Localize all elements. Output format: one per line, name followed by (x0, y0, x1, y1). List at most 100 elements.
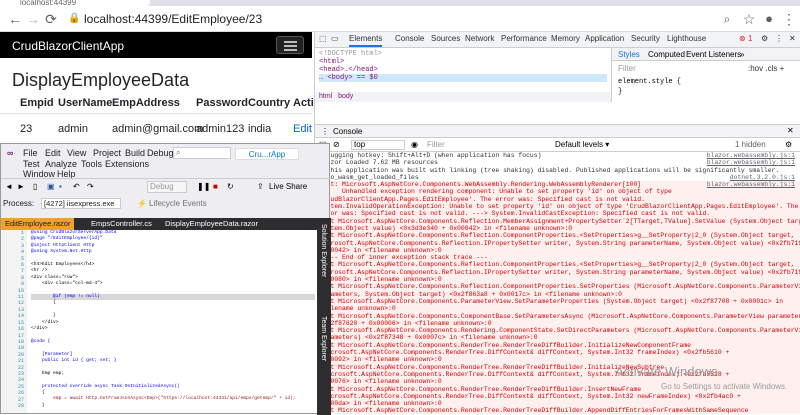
error-count[interactable]: 1 (748, 34, 752, 43)
doc-tab-active[interactable]: EditEmployee.razor (1, 218, 75, 230)
edit-link[interactable]: Edit (293, 123, 312, 135)
menu-build[interactable]: Build (125, 148, 145, 158)
restart-icon[interactable]: ↻ (227, 182, 234, 191)
console-line: at Microsoft.AspNetCore.Components.Rende… (315, 327, 800, 335)
doc-tab[interactable]: DisplayEmployeeData.razor (161, 218, 262, 230)
tab-more[interactable]: » (740, 50, 744, 59)
menu-extensions[interactable]: Extensions (105, 159, 149, 169)
undo-icon[interactable]: ↶ (73, 182, 80, 191)
console-source-link[interactable]: dotnet.3.2.0.js:1 (730, 174, 800, 181)
context-select[interactable]: top (351, 140, 405, 150)
breadcrumb-html[interactable]: html (319, 93, 332, 100)
code-editor[interactable]: 1 2 3 4 5 6 7 8 9 10 11 12 13 14 15 16 17 18 19 20 21 22 23 24 2… (1, 230, 317, 413)
kebab-menu-icon[interactable]: ⋮ (780, 10, 798, 28)
bookmark-star-icon[interactable]: ☆ (740, 10, 758, 28)
console-source-link[interactable]: blazor.webassembly.js:1 (707, 152, 800, 159)
app-brand[interactable]: CrudBlazorClientApp (12, 39, 124, 53)
url-text[interactable]: localhost:44399/EditEmployee/23 (84, 9, 262, 29)
live-expression-eye-icon[interactable]: ◉ (411, 140, 418, 149)
forward-nav-icon[interactable]: ► (17, 182, 25, 191)
menu-file[interactable]: File (23, 148, 38, 158)
forward-arrow-icon[interactable]: → (24, 10, 42, 28)
back-nav-icon[interactable]: ◄ (5, 182, 13, 191)
configuration-dropdown[interactable]: Debug (147, 181, 187, 193)
drawer-close-icon[interactable]: ✕ (787, 126, 794, 135)
vs-search-input[interactable]: ⌕ (173, 147, 231, 159)
save-icon[interactable]: ▪ (59, 182, 62, 191)
menu-analyze[interactable]: Analyze (45, 159, 77, 169)
tab-styles[interactable]: Styles (618, 50, 640, 59)
tab-console[interactable]: Console (395, 34, 424, 43)
console-message: mono_wasm_get_loaded_files (319, 173, 419, 181)
menu-tools[interactable]: Tools (81, 159, 102, 169)
console-source-link[interactable]: blazor.webassembly.js:1 (707, 181, 800, 188)
tab-elements[interactable]: Elements (349, 34, 383, 47)
tab-event-listeners[interactable]: Event Listeners (686, 50, 741, 59)
dom-line[interactable]: <head>…</head> (319, 66, 607, 74)
lifecycle-icon[interactable]: ⚡ (137, 199, 147, 208)
code-line[interactable]: } (31, 403, 315, 409)
console-line: System.InvalidOperationException: Unable… (315, 203, 800, 211)
stop-icon[interactable]: ■ (213, 182, 218, 191)
doc-tab[interactable]: EmpsController.cs (87, 218, 156, 230)
tab-computed[interactable]: Computed (648, 50, 685, 59)
menu-debug[interactable]: Debug (147, 148, 174, 158)
devtools-close-icon[interactable]: ✕ (789, 34, 796, 43)
tab-application[interactable]: Application (585, 34, 624, 43)
console-settings-gear-icon[interactable]: ⚙ (785, 140, 792, 149)
cell-password: admin123 (196, 123, 245, 135)
redo-icon[interactable]: ↷ (87, 182, 94, 191)
tab-security[interactable]: Security (631, 34, 660, 43)
hamburger-menu-icon[interactable] (276, 36, 304, 54)
open-folder-icon[interactable]: ▣ (47, 182, 55, 191)
tab-network[interactable]: Network (465, 34, 494, 43)
drawer-menu-icon[interactable]: ⋮ (321, 127, 329, 136)
tab-lighthouse[interactable]: Lighthouse (667, 34, 706, 43)
styles-hov-cls-toggle[interactable]: :hov .cls + (748, 64, 784, 73)
menu-project[interactable]: Project (93, 148, 121, 158)
console-line: at Microsoft.AspNetCore.Components.Rende… (315, 363, 800, 371)
reload-icon[interactable]: ⟳ (42, 10, 60, 28)
team-explorer-tab[interactable]: Team Explorer (320, 316, 327, 361)
dom-line-selected[interactable]: … <body> == $0 (319, 74, 607, 82)
devtools-more-icon[interactable]: ⋮ (775, 34, 783, 43)
new-file-icon[interactable]: ▯ (33, 182, 37, 191)
tab-sources[interactable]: Sources (431, 34, 460, 43)
dom-line[interactable]: <html> (319, 58, 607, 66)
console-line: dotnet.3.2.0.js:1 mono_wasm_get_loaded_fi… (315, 174, 800, 181)
error-badge-icon[interactable]: ⊗ (739, 34, 746, 43)
code-text[interactable]: @using CrudBlazorServerApp.Data @page "/E… (31, 230, 315, 413)
console-message: at Microsoft.AspNetCore.Components.Refle… (319, 261, 795, 269)
element-style-rule[interactable]: element.style { (618, 78, 681, 86)
pause-icon[interactable]: ❚❚ (197, 182, 210, 191)
tab-performance[interactable]: Performance (501, 34, 547, 43)
log-levels-dropdown[interactable]: Default levels ▾ (555, 140, 609, 149)
console-filter-input[interactable]: Filter (427, 140, 445, 149)
menu-view[interactable]: View (67, 148, 86, 158)
device-toolbar-icon[interactable]: ▭ (331, 34, 339, 43)
console-line: (Microsoft.AspNetCore.Components.RenderT… (315, 349, 800, 357)
console-drawer-tab[interactable]: Console (333, 127, 362, 136)
live-share-icon[interactable]: ⇪ (257, 182, 264, 191)
breadcrumb-body[interactable]: body (338, 93, 353, 100)
console-message: at Microsoft.AspNetCore.Components.Refle… (319, 283, 800, 291)
lifecycle-events-dropdown[interactable]: Lifecycle Events (149, 199, 207, 208)
process-select[interactable]: [4272] iisexpress.exe (41, 198, 121, 209)
solution-explorer-tab[interactable]: Solution Explorer (320, 224, 327, 277)
menu-test[interactable]: Test (23, 159, 40, 169)
zoom-icon[interactable]: ⌕ (718, 10, 736, 28)
code-line[interactable]: emp = await Http.GetFromJsonAsync<Emp>("… (31, 396, 315, 402)
clear-console-icon[interactable]: ⊘ (333, 140, 340, 149)
back-arrow-icon[interactable]: ← (6, 10, 24, 28)
live-share-button[interactable]: Live Share (269, 182, 307, 191)
console-source-link[interactable]: blazor.webassembly.js:1 (707, 159, 800, 166)
profile-avatar-icon[interactable]: ● (760, 10, 778, 28)
inspect-icon[interactable]: ⬚ (319, 34, 327, 43)
devtools-settings-gear-icon[interactable]: ⚙ (761, 34, 768, 43)
styles-filter-input[interactable]: Filter (618, 64, 636, 73)
omnibox[interactable]: 🔒 localhost:44399/EditEmployee/23 (64, 9, 744, 29)
dom-line[interactable]: <!DOCTYPE html> (319, 50, 607, 58)
menu-edit[interactable]: Edit (45, 148, 61, 158)
tab-memory[interactable]: Memory (551, 34, 580, 43)
console-message: at Microsoft.AspNetCore.Components.Rende… (319, 385, 642, 393)
